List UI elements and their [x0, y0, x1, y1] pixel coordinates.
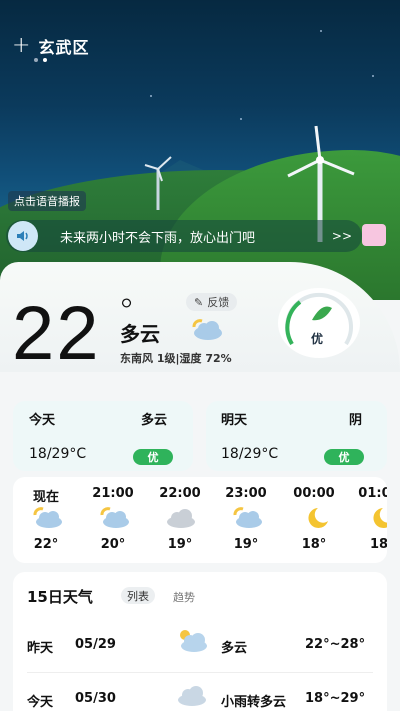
gift-icon[interactable] [362, 224, 386, 246]
wind-turbine-small-icon [144, 156, 172, 210]
chevron-right-icon: >> [331, 229, 352, 243]
hour-temp: 19° [233, 537, 259, 552]
day-temp-range: 18/29°C [221, 446, 279, 462]
page-dot-active [43, 58, 47, 62]
partly-cloudy-icon [180, 630, 207, 652]
hour-temp: 18 [369, 537, 387, 552]
partly-cloudy-night-icon [100, 507, 129, 528]
row-day: 今天 [27, 695, 54, 710]
aqi-badge: 优 [133, 449, 173, 465]
hourly-forecast[interactable]: 现在 22° 21:00 20° 22:00 19° 23:00 19° 00:… [13, 477, 387, 563]
pencil-icon: ✎ [194, 295, 204, 309]
partly-cloudy-night-icon [33, 507, 62, 528]
hour-time: 22:00 [159, 486, 201, 501]
add-city-icon[interactable]: + [12, 35, 30, 57]
hour-temp: 22° [33, 537, 59, 552]
day-name: 明天 [221, 413, 248, 428]
partly-cloudy-night-icon [192, 319, 222, 340]
wind-humidity: 东南风 1级|湿度 72% [120, 352, 232, 365]
day-temp-range: 18/29°C [29, 446, 87, 462]
row-date: 05/30 [75, 691, 116, 706]
row-condition: 多云 [221, 641, 248, 656]
air-quality-gauge[interactable] [278, 288, 360, 358]
hour-time: 21:00 [92, 486, 134, 501]
cloudy-icon [167, 509, 195, 528]
tomorrow-card[interactable]: 明天 阴 18/29°C 优 [206, 401, 387, 471]
page-dot [34, 58, 38, 62]
day-condition: 阴 [349, 413, 363, 428]
feedback-label: 反馈 [207, 296, 230, 309]
air-quality-value: 优 [311, 332, 324, 346]
tab-trend[interactable]: 趋势 [173, 589, 195, 605]
partly-cloudy-night-icon [233, 507, 262, 528]
moon-icon [373, 508, 387, 528]
rain-forecast-text: 未来两小时不会下雨，放心出门吧 [60, 230, 256, 246]
current-temperature: 22 [12, 291, 101, 376]
fifteen-day-forecast: 15日天气 列表 趋势 昨天 05/29 多云 22°~28° 今天 05/30… [13, 572, 387, 711]
day-name: 今天 [29, 413, 56, 428]
hour-time: 01:00 [358, 486, 387, 501]
hour-time: 23:00 [225, 486, 267, 501]
hero-banner: + 玄武区 点击语音播报 未来两小时不会下雨，放心出门吧 >> [0, 0, 400, 300]
row-condition: 小雨转多云 [221, 695, 287, 710]
divider [27, 672, 373, 673]
row-temp-range: 18°~29° [305, 691, 366, 706]
moon-icon [308, 508, 328, 528]
rain-forecast-bar[interactable]: 未来两小时不会下雨，放心出门吧 >> [6, 220, 362, 252]
hour-time: 00:00 [293, 486, 335, 501]
current-condition: 多云 [120, 322, 160, 346]
hour-temp: 18° [301, 537, 327, 552]
voice-broadcast-label[interactable]: 点击语音播报 [8, 191, 86, 211]
hour-temp: 19° [167, 537, 193, 552]
city-name[interactable]: 玄武区 [38, 34, 89, 58]
row-date: 05/29 [75, 637, 116, 652]
forecast-row[interactable]: 昨天 05/29 多云 22°~28° [13, 630, 387, 677]
hour-time: 现在 [32, 490, 59, 505]
forecast-row[interactable]: 今天 05/30 小雨转多云 18°~29° [13, 686, 387, 711]
aqi-badge: 优 [324, 449, 364, 465]
day-condition: 多云 [141, 413, 168, 428]
row-temp-range: 22°~28° [305, 637, 366, 652]
speaker-icon[interactable] [8, 221, 38, 251]
row-day: 昨天 [27, 641, 54, 656]
tab-list[interactable]: 列表 [121, 587, 155, 604]
feedback-button[interactable]: ✎ 反馈 [186, 293, 238, 311]
cloudy-icon [178, 686, 206, 706]
page-indicator [34, 58, 47, 62]
today-card[interactable]: 今天 多云 18/29°C 优 [13, 401, 193, 471]
hour-temp: 20° [100, 537, 126, 552]
section-title: 15日天气 [27, 588, 93, 606]
